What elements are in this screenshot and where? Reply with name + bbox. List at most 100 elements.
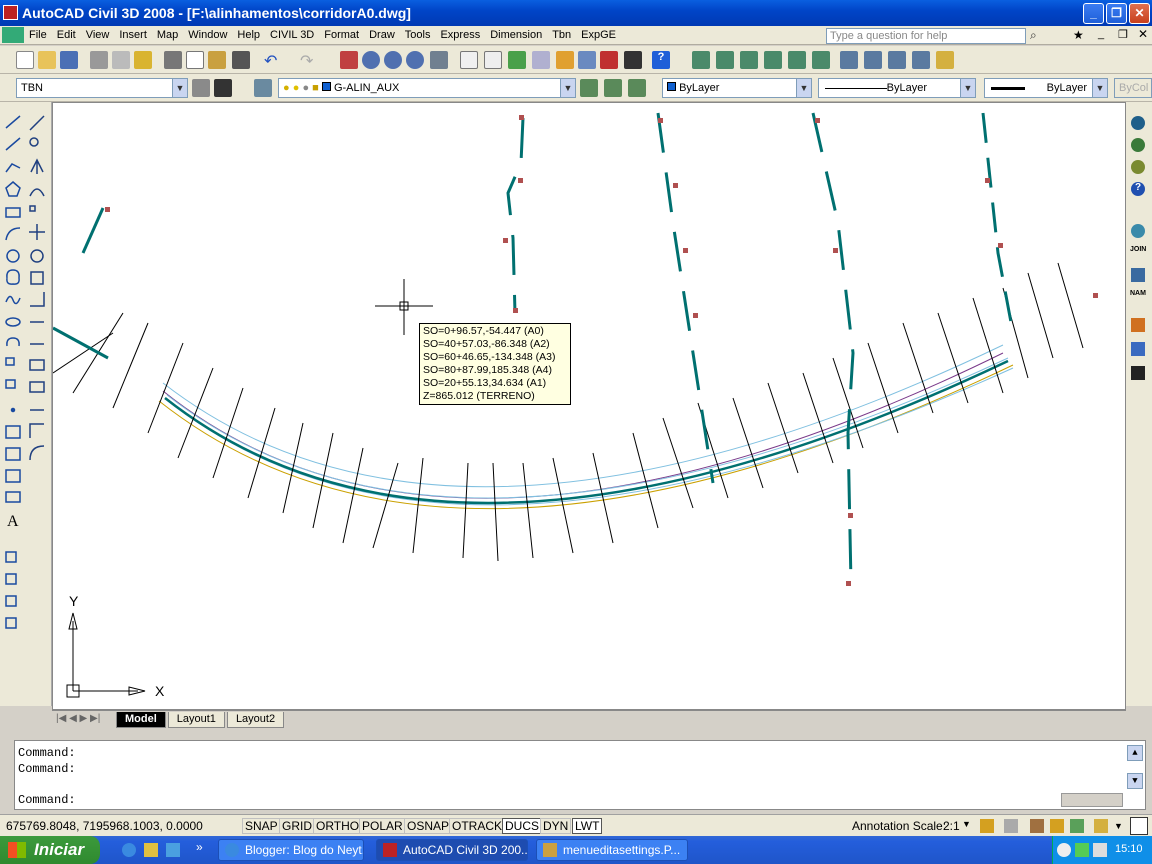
preview-icon[interactable]	[112, 51, 130, 69]
toolpalette-icon[interactable]	[484, 51, 502, 69]
clean-screen-icon[interactable]	[1130, 817, 1148, 835]
doc-minimize-button[interactable]: _	[1098, 28, 1104, 40]
zoom-realtime-icon[interactable]	[362, 51, 380, 69]
chevron-down-icon[interactable]: ▼	[960, 79, 975, 97]
network-icon[interactable]	[1131, 268, 1145, 282]
dyn-toggle[interactable]: DYN	[540, 818, 572, 834]
snap-toggle[interactable]: SNAP	[242, 818, 281, 834]
layer-select[interactable]: ● ● ● ■ G-ALIN_AUX ▼	[278, 78, 576, 98]
doc-close-button[interactable]: ✕	[1138, 27, 1148, 41]
grid-toggle[interactable]: GRID	[279, 818, 315, 834]
chevron-down-icon[interactable]: ▼	[172, 79, 187, 97]
annotation-visibility-icon[interactable]	[980, 819, 994, 833]
osnap-toggle[interactable]: OSNAP	[404, 818, 453, 834]
color-select[interactable]: ByLayer ▼	[662, 78, 812, 98]
menu-view[interactable]: View	[81, 29, 115, 41]
scroll-down-icon[interactable]: ▼	[1127, 773, 1143, 789]
ie-icon[interactable]	[122, 843, 136, 857]
undo-icon[interactable]: ↶	[264, 51, 282, 70]
textstyle-select[interactable]: TBN ▼	[16, 78, 188, 98]
lightbulb-icon[interactable]: ●	[283, 82, 290, 94]
matchprop-icon[interactable]	[232, 51, 250, 69]
tray-icon-1[interactable]	[1057, 843, 1071, 857]
chevron-down-icon[interactable]: ▼	[796, 79, 811, 97]
calculator-icon[interactable]	[624, 51, 642, 69]
command-prompt[interactable]: Command:	[18, 793, 76, 807]
doc-restore-button[interactable]: ❐	[1118, 28, 1128, 41]
civil-icon-3[interactable]	[740, 51, 758, 69]
tool-icon-b[interactable]	[600, 51, 618, 69]
table-tool-icon[interactable]	[1131, 342, 1145, 356]
menu-insert[interactable]: Insert	[114, 29, 152, 41]
quickcalc-icon[interactable]	[556, 51, 574, 69]
civil-icon-7[interactable]	[840, 51, 858, 69]
civil-icon-1[interactable]	[692, 51, 710, 69]
menu-draw[interactable]: Draw	[364, 29, 400, 41]
status-tray-icon[interactable]	[1070, 819, 1084, 833]
menu-format[interactable]: Format	[319, 29, 364, 41]
horizontal-scrollbar[interactable]	[1061, 793, 1123, 807]
app-icon[interactable]	[3, 5, 18, 20]
tab-layout2[interactable]: Layout2	[226, 712, 285, 728]
toolbar-lock-icon[interactable]	[1030, 819, 1044, 833]
clock[interactable]: 15:10	[1115, 843, 1143, 855]
volume-icon[interactable]	[1093, 843, 1107, 857]
start-button[interactable]: Iniciar	[0, 836, 100, 864]
menu-express[interactable]: Express	[435, 29, 485, 41]
properties-icon[interactable]	[430, 51, 448, 69]
chevron-down-icon[interactable]: ▼	[1092, 79, 1107, 97]
make-current-icon[interactable]	[580, 79, 598, 97]
quicklaunch-icon[interactable]	[166, 843, 180, 857]
restore-button[interactable]: ❐	[1106, 3, 1127, 24]
menu-map[interactable]: Map	[152, 29, 183, 41]
menu-help[interactable]: Help	[232, 29, 265, 41]
star-icon[interactable]: ★	[1073, 28, 1084, 42]
ducs-toggle[interactable]: DUCS	[502, 818, 543, 834]
task-menuedit[interactable]: menueditasettings.P...	[536, 839, 688, 861]
civil-icon-5[interactable]	[788, 51, 806, 69]
civil-icon-6[interactable]	[812, 51, 830, 69]
nam-icon[interactable]: NAM	[1130, 290, 1146, 304]
cut-icon[interactable]	[164, 51, 182, 69]
menu-edit[interactable]: Edit	[52, 29, 81, 41]
auto-scale-icon[interactable]	[1004, 819, 1018, 833]
civil-icon-11[interactable]	[936, 51, 954, 69]
linetype-select[interactable]: ByLayer ▼	[818, 78, 976, 98]
layer-manager-icon[interactable]	[254, 79, 272, 97]
menu-civil3d[interactable]: CIVIL 3D	[265, 29, 319, 41]
scroll-up-icon[interactable]: ▲	[1127, 745, 1143, 761]
menu-file[interactable]: File	[24, 29, 52, 41]
designcenter-icon[interactable]	[460, 51, 478, 69]
help-icon[interactable]: ?	[1131, 182, 1145, 196]
join-icon[interactable]: JOIN	[1130, 246, 1146, 260]
copy-icon[interactable]	[186, 51, 204, 69]
sheetset-icon[interactable]	[508, 51, 526, 69]
explorer-icon[interactable]	[144, 843, 158, 857]
map-icon[interactable]	[1131, 138, 1145, 152]
tab-nav-arrows[interactable]: |◀ ◀ ▶ ▶|	[56, 713, 100, 724]
tab-layout1[interactable]: Layout1	[167, 712, 225, 728]
tab-model[interactable]: Model	[116, 712, 166, 728]
tool-icon-a[interactable]	[578, 51, 596, 69]
minimize-button[interactable]: _	[1083, 3, 1104, 24]
search-icon[interactable]: ⌕	[1030, 28, 1046, 44]
help-search-input[interactable]: Type a question for help	[826, 28, 1026, 44]
layer-states-icon[interactable]	[628, 79, 646, 97]
quicklaunch-more-icon[interactable]: »	[196, 840, 203, 854]
sun-icon[interactable]: ●	[293, 82, 300, 94]
tablestyle-icon[interactable]	[214, 79, 232, 97]
menu-expge[interactable]: ExpGE	[576, 29, 621, 41]
task-blogger[interactable]: Blogger: Blog do Neyt...	[218, 839, 364, 861]
civil-icon-2[interactable]	[716, 51, 734, 69]
menu-tbn[interactable]: Tbn	[547, 29, 576, 41]
pan-icon[interactable]	[340, 51, 358, 69]
lineweight-select[interactable]: ByLayer ▼	[984, 78, 1108, 98]
drawing-canvas[interactable]: Y X	[52, 102, 1126, 710]
polar-toggle[interactable]: POLAR	[359, 818, 406, 834]
freeze-icon[interactable]: ●	[302, 82, 309, 94]
civil-icon-10[interactable]	[912, 51, 930, 69]
layer-tool-icon[interactable]	[1131, 318, 1145, 332]
lwt-toggle[interactable]: LWT	[572, 818, 603, 834]
publish-icon[interactable]	[134, 51, 152, 69]
plot-icon[interactable]	[90, 51, 108, 69]
